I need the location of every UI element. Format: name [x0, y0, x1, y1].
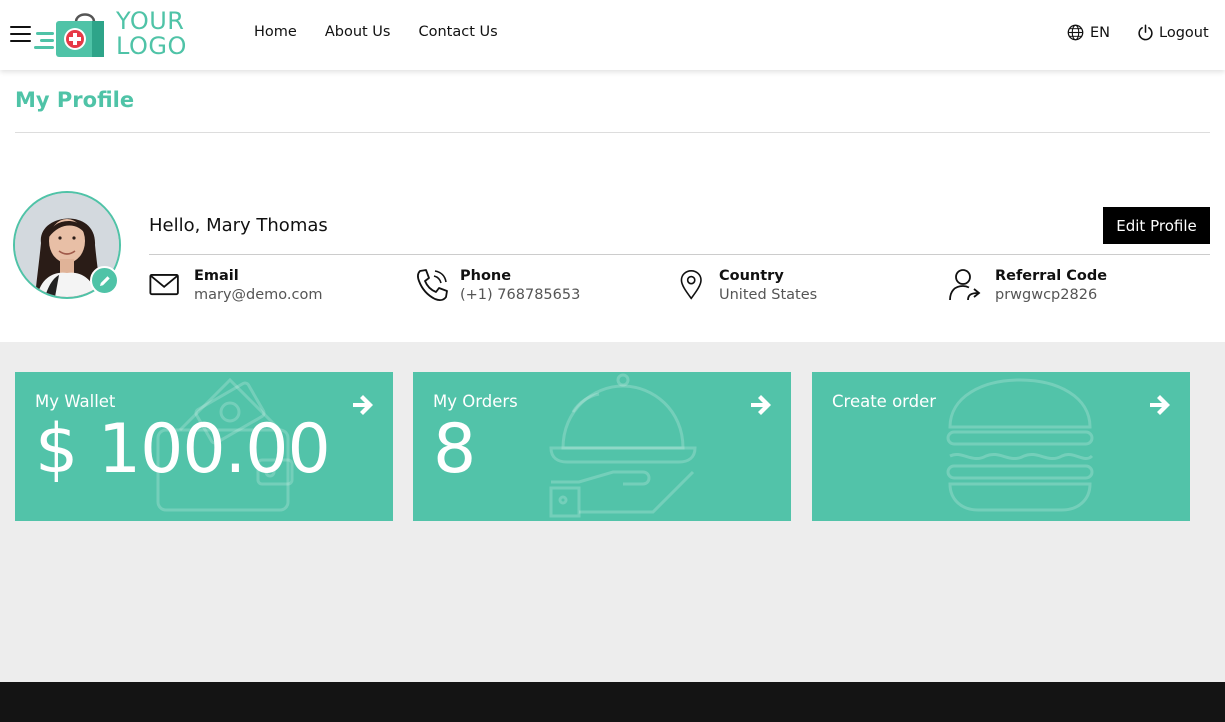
- referral-value: prwgwcp2826: [995, 287, 1098, 303]
- greeting: Hello, Mary Thomas: [149, 215, 328, 236]
- referral-info: Referral Code prwgwcp2826: [947, 267, 1107, 306]
- country-label: Country: [719, 268, 784, 284]
- phone-value: (+1) 768785653: [460, 287, 581, 303]
- referral-label: Referral Code: [995, 268, 1108, 284]
- phone-label: Phone: [460, 268, 512, 284]
- medical-bag-logo-icon: [34, 13, 104, 57]
- user-share-icon: [949, 269, 981, 301]
- create-order-card[interactable]: Create order: [812, 372, 1190, 521]
- logo-text: YOUR LOGO: [116, 9, 187, 59]
- cloche-serving-icon: [549, 373, 697, 518]
- globe-icon: [1067, 24, 1084, 41]
- country-info: Country United States: [677, 267, 817, 306]
- logout-button[interactable]: Logout: [1137, 24, 1209, 41]
- pencil-icon: [99, 275, 110, 286]
- email-value: mary@demo.com: [194, 287, 323, 303]
- orders-count: 8: [433, 410, 476, 489]
- edit-profile-button[interactable]: Edit Profile: [1103, 207, 1210, 244]
- nav-home[interactable]: Home: [254, 24, 297, 40]
- footer: [0, 682, 1225, 722]
- create-order-title: Create order: [832, 392, 937, 411]
- country-value: United States: [719, 287, 818, 303]
- main-nav: Home About Us Contact Us: [254, 24, 498, 40]
- profile-section: My Profile Hello, Mary Thomas Edit Profi: [0, 70, 1225, 342]
- info-divider: [149, 254, 1210, 255]
- logout-label: Logout: [1159, 24, 1209, 41]
- nav-about-us[interactable]: About Us: [325, 24, 391, 40]
- logo-line-2: LOGO: [116, 32, 187, 60]
- title-divider: [15, 132, 1210, 133]
- wallet-title: My Wallet: [35, 392, 116, 411]
- envelope-icon: [149, 274, 179, 296]
- phone-info: Phone (+1) 768785653: [414, 267, 580, 306]
- arrow-right-icon: [353, 395, 373, 415]
- arrow-right-icon: [751, 395, 771, 415]
- orders-card[interactable]: My Orders 8: [413, 372, 791, 521]
- power-icon: [1138, 24, 1153, 41]
- page-title: My Profile: [15, 88, 135, 112]
- menu-icon[interactable]: [10, 26, 31, 44]
- location-pin-icon: [680, 269, 702, 300]
- wallet-card[interactable]: My Wallet $ 100.00: [15, 372, 393, 521]
- logo-line-1: YOUR: [116, 7, 185, 35]
- nav-contact-us[interactable]: Contact Us: [418, 24, 497, 40]
- language-label: EN: [1090, 24, 1111, 41]
- burger-icon: [946, 378, 1094, 512]
- phone-icon: [417, 269, 448, 301]
- top-header: YOUR LOGO Home About Us Contact Us EN Lo…: [0, 0, 1225, 70]
- arrow-right-icon: [1150, 395, 1170, 415]
- wallet-balance: $ 100.00: [35, 410, 331, 489]
- logo[interactable]: YOUR LOGO: [34, 8, 199, 62]
- email-info: Email mary@demo.com: [149, 267, 323, 306]
- language-selector[interactable]: EN: [1067, 24, 1110, 41]
- email-label: Email: [194, 268, 239, 284]
- orders-title: My Orders: [433, 392, 518, 411]
- avatar-edit-button[interactable]: [90, 266, 119, 295]
